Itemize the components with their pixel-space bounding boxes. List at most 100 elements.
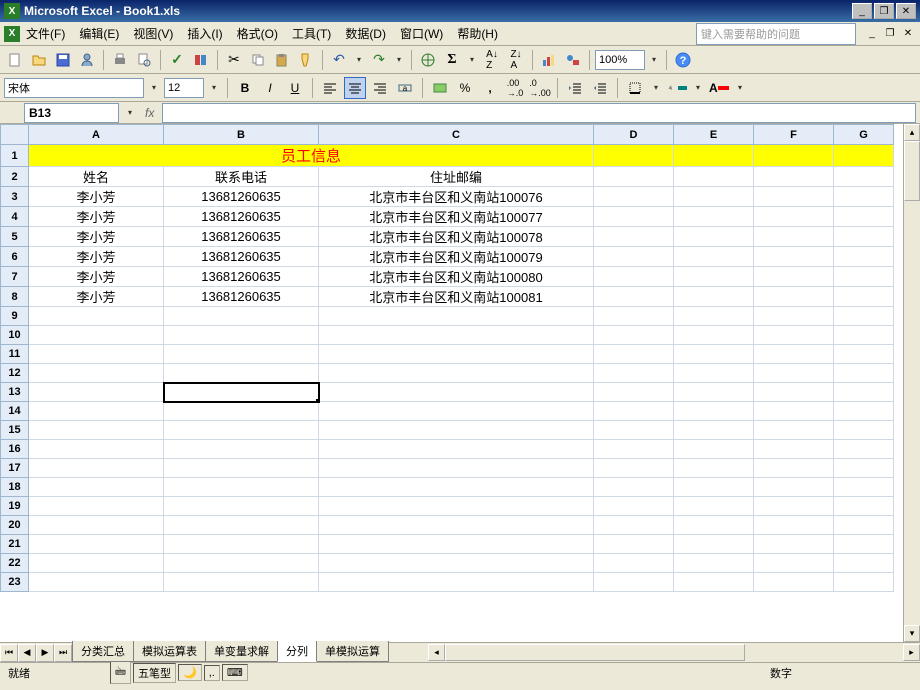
- cell-F15[interactable]: [754, 421, 834, 440]
- cell-C3[interactable]: 北京市丰台区和义南站100076: [319, 187, 594, 207]
- hscroll-thumb[interactable]: [445, 644, 745, 661]
- cell-C19[interactable]: [319, 497, 594, 516]
- cell-F8[interactable]: [754, 287, 834, 307]
- cell-E9[interactable]: [674, 307, 754, 326]
- cell-F22[interactable]: [754, 554, 834, 573]
- cell-E21[interactable]: [674, 535, 754, 554]
- cell-A5[interactable]: 李小芳: [29, 227, 164, 247]
- ime-keyboard-icon[interactable]: ⌨: [222, 664, 248, 681]
- increase-decimal-button[interactable]: .00→.0: [504, 77, 526, 99]
- row-header-11[interactable]: 11: [1, 345, 29, 364]
- align-right-button[interactable]: [369, 77, 391, 99]
- cell-A17[interactable]: [29, 459, 164, 478]
- cell-E18[interactable]: [674, 478, 754, 497]
- drawing-button[interactable]: [562, 49, 584, 71]
- cell-C13[interactable]: [319, 383, 594, 402]
- cell-D21[interactable]: [594, 535, 674, 554]
- borders-button[interactable]: [624, 77, 646, 99]
- menu-view[interactable]: 视图(V): [133, 25, 173, 42]
- cell-E12[interactable]: [674, 364, 754, 383]
- cell-B18[interactable]: [164, 478, 319, 497]
- sort-asc-button[interactable]: A↓Z: [481, 49, 503, 71]
- font-name-combo[interactable]: 宋体: [4, 78, 144, 98]
- scroll-down-button[interactable]: ▾: [904, 625, 920, 642]
- cell-G12[interactable]: [834, 364, 894, 383]
- cell-G1[interactable]: [834, 145, 894, 167]
- undo-button[interactable]: ↶: [328, 49, 350, 71]
- cell-D20[interactable]: [594, 516, 674, 535]
- redo-dropdown[interactable]: ▾: [392, 55, 406, 64]
- cell-A7[interactable]: 李小芳: [29, 267, 164, 287]
- col-header-B[interactable]: B: [164, 125, 319, 145]
- cell-E6[interactable]: [674, 247, 754, 267]
- cell-C17[interactable]: [319, 459, 594, 478]
- cell-A15[interactable]: [29, 421, 164, 440]
- font-color-button[interactable]: A: [708, 77, 730, 99]
- cell-G23[interactable]: [834, 573, 894, 592]
- cell-F20[interactable]: [754, 516, 834, 535]
- cell-A23[interactable]: [29, 573, 164, 592]
- menu-format[interactable]: 格式(O): [237, 25, 278, 42]
- sheet-tab[interactable]: 单变量求解: [205, 641, 278, 662]
- cell-E23[interactable]: [674, 573, 754, 592]
- cell-D3[interactable]: [594, 187, 674, 207]
- cell-F16[interactable]: [754, 440, 834, 459]
- cell-G5[interactable]: [834, 227, 894, 247]
- cell-C22[interactable]: [319, 554, 594, 573]
- autosum-button[interactable]: Σ: [441, 49, 463, 71]
- cell-E5[interactable]: [674, 227, 754, 247]
- cell-A1[interactable]: 员工信息: [29, 145, 594, 167]
- sheet-last-button[interactable]: ⏭: [54, 644, 72, 662]
- cell-A12[interactable]: [29, 364, 164, 383]
- row-header-17[interactable]: 17: [1, 459, 29, 478]
- cell-A2[interactable]: 姓名: [29, 167, 164, 187]
- cell-D13[interactable]: [594, 383, 674, 402]
- cell-E8[interactable]: [674, 287, 754, 307]
- row-header-1[interactable]: 1: [1, 145, 29, 167]
- print-preview-button[interactable]: [133, 49, 155, 71]
- cell-G2[interactable]: [834, 167, 894, 187]
- cell-E22[interactable]: [674, 554, 754, 573]
- sheet-prev-button[interactable]: ◀: [18, 644, 36, 662]
- sheet-tab[interactable]: 模拟运算表: [133, 641, 206, 662]
- cell-G21[interactable]: [834, 535, 894, 554]
- spelling-button[interactable]: ✓: [166, 49, 188, 71]
- cell-B20[interactable]: [164, 516, 319, 535]
- minimize-button[interactable]: _: [852, 3, 872, 19]
- menu-help[interactable]: 帮助(H): [457, 25, 498, 42]
- cell-C15[interactable]: [319, 421, 594, 440]
- cell-B6[interactable]: 13681260635: [164, 247, 319, 267]
- cell-G19[interactable]: [834, 497, 894, 516]
- align-left-button[interactable]: [319, 77, 341, 99]
- col-header-C[interactable]: C: [319, 125, 594, 145]
- cell-B5[interactable]: 13681260635: [164, 227, 319, 247]
- cell-D5[interactable]: [594, 227, 674, 247]
- cell-C18[interactable]: [319, 478, 594, 497]
- close-button[interactable]: ✕: [896, 3, 916, 19]
- col-header-F[interactable]: F: [754, 125, 834, 145]
- row-header-19[interactable]: 19: [1, 497, 29, 516]
- cell-E1[interactable]: [674, 145, 754, 167]
- cell-G14[interactable]: [834, 402, 894, 421]
- cell-A9[interactable]: [29, 307, 164, 326]
- cell-D2[interactable]: [594, 167, 674, 187]
- col-header-G[interactable]: G: [834, 125, 894, 145]
- select-all-corner[interactable]: [1, 125, 29, 145]
- cell-F13[interactable]: [754, 383, 834, 402]
- cell-G22[interactable]: [834, 554, 894, 573]
- font-name-dropdown[interactable]: ▾: [147, 83, 161, 92]
- cell-G7[interactable]: [834, 267, 894, 287]
- undo-dropdown[interactable]: ▾: [352, 55, 366, 64]
- cell-A13[interactable]: [29, 383, 164, 402]
- cell-F3[interactable]: [754, 187, 834, 207]
- cell-C11[interactable]: [319, 345, 594, 364]
- cell-F10[interactable]: [754, 326, 834, 345]
- cell-G3[interactable]: [834, 187, 894, 207]
- cell-E4[interactable]: [674, 207, 754, 227]
- row-header-23[interactable]: 23: [1, 573, 29, 592]
- cell-B13[interactable]: [164, 383, 319, 402]
- currency-button[interactable]: [429, 77, 451, 99]
- chart-button[interactable]: [538, 49, 560, 71]
- cell-C8[interactable]: 北京市丰台区和义南站100081: [319, 287, 594, 307]
- cell-B23[interactable]: [164, 573, 319, 592]
